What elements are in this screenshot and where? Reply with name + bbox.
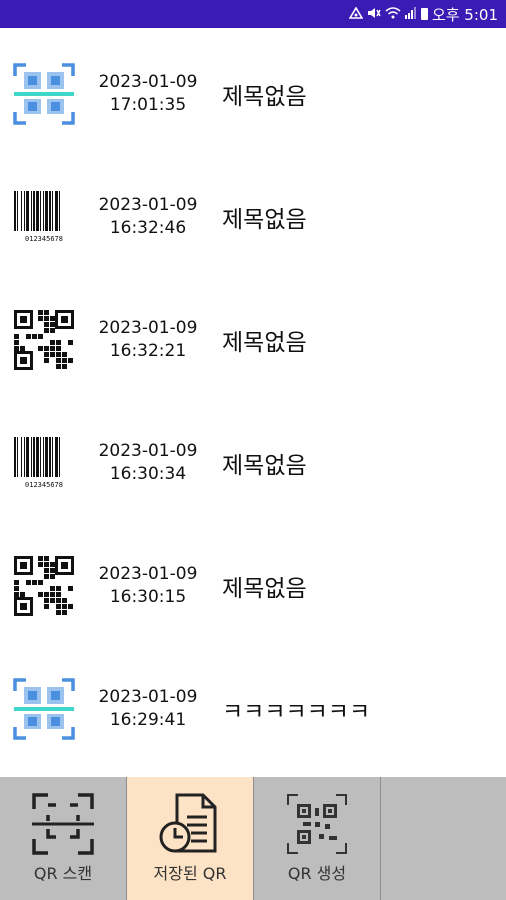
svg-text:012345678: 012345678 <box>25 235 63 243</box>
history-item[interactable]: 2023-01-09 17:01:35 제목없음 <box>0 32 506 155</box>
history-title: 제목없음 <box>222 452 307 479</box>
history-time: 16:30:15 <box>109 586 187 607</box>
scan-icon <box>12 677 76 741</box>
history-title: ㅋㅋㅋㅋㅋㅋㅋ <box>222 698 371 725</box>
qr-code-icon <box>12 554 76 618</box>
tab-saved-qr[interactable]: 저장된 QR <box>127 777 254 900</box>
status-time: 오후 5:01 <box>431 5 498 24</box>
history-time: 17:01:35 <box>109 94 187 115</box>
barcode-icon: 012345678 <box>12 185 76 249</box>
qr-code-icon <box>12 308 76 372</box>
history-item[interactable]: 2023-01-09 16:30:15 제목없음 <box>0 524 506 647</box>
history-date: 2023-01-09 <box>98 686 198 707</box>
history-time: 16:32:46 <box>109 217 187 238</box>
tab-saved-qr-label: 저장된 QR <box>153 864 227 883</box>
history-list[interactable]: 2023-01-09 17:01:35 제목없음 012345678 2023-01… <box>0 28 506 777</box>
history-item[interactable]: 2023-01-09 16:29:41 ㅋㅋㅋㅋㅋㅋㅋ <box>0 647 506 770</box>
history-time: 16:29:41 <box>109 709 187 730</box>
wifi-icon <box>385 6 401 22</box>
tab-qr-scan[interactable]: QR 스캔 <box>0 777 127 900</box>
mute-icon <box>367 7 381 22</box>
svg-text:012345678: 012345678 <box>25 481 63 489</box>
qr-create-icon <box>287 794 347 854</box>
history-date: 2023-01-09 <box>98 317 198 338</box>
history-title: 제목없음 <box>222 206 307 233</box>
history-title: 제목없음 <box>222 575 307 602</box>
history-item[interactable]: 012345678 2023-01-09 16:32:46 제목없음 <box>0 155 506 278</box>
history-date: 2023-01-09 <box>98 563 198 584</box>
history-date: 2023-01-09 <box>98 440 198 461</box>
history-title: 제목없음 <box>222 83 307 110</box>
bottom-nav: QR 스캔 저장된 QR QR 생성 <box>0 777 506 900</box>
history-datetime: 2023-01-09 16:29:41 <box>92 686 204 732</box>
status-bar: 오후 5:01 <box>0 0 506 28</box>
tab-qr-scan-label: QR 스캔 <box>33 864 93 883</box>
nfc-icon <box>348 5 364 22</box>
history-datetime: 2023-01-09 16:30:15 <box>92 563 204 609</box>
history-date: 2023-01-09 <box>98 71 198 92</box>
history-title: 제목없음 <box>222 329 307 356</box>
history-time: 16:30:34 <box>109 463 187 484</box>
scan-frame-icon <box>32 793 94 855</box>
history-datetime: 2023-01-09 16:32:21 <box>92 317 204 363</box>
nav-empty-slot <box>381 777 506 900</box>
history-datetime: 2023-01-09 16:30:34 <box>92 440 204 486</box>
scan-icon <box>12 62 76 126</box>
signal-icon <box>404 6 417 22</box>
history-date: 2023-01-09 <box>98 194 198 215</box>
history-item[interactable]: 012345678 2023-01-09 16:30:34 제목없음 <box>0 401 506 524</box>
tab-qr-create-label: QR 생성 <box>287 864 347 883</box>
history-datetime: 2023-01-09 17:01:35 <box>92 71 204 117</box>
barcode-icon: 012345678 <box>12 431 76 495</box>
history-item[interactable]: 2023-01-09 16:32:21 제목없음 <box>0 278 506 401</box>
saved-history-icon <box>159 793 217 853</box>
history-time: 16:32:21 <box>109 340 187 361</box>
battery-icon <box>420 8 428 20</box>
history-datetime: 2023-01-09 16:32:46 <box>92 194 204 240</box>
tab-qr-create[interactable]: QR 생성 <box>254 777 381 900</box>
